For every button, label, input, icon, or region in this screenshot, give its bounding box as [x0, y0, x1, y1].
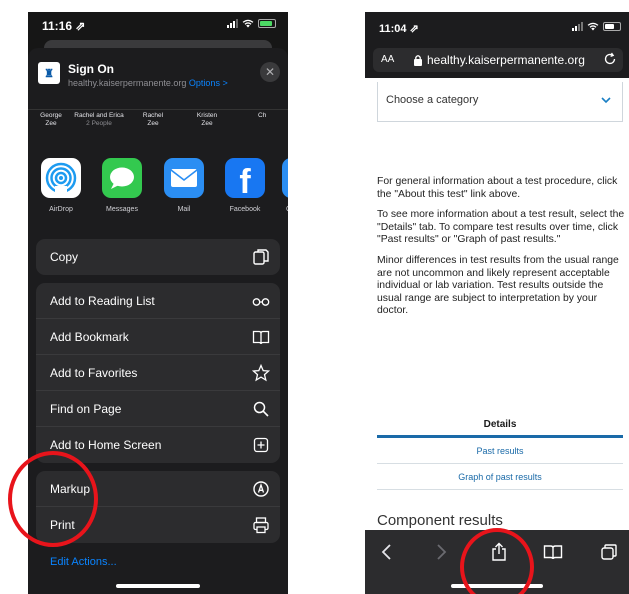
app-mail[interactable]: Mail — [161, 158, 207, 213]
person-contact[interactable]: Ch — [258, 112, 288, 120]
status-bar: 11:16 ⇗ — [28, 12, 288, 38]
partial-app-icon — [282, 158, 288, 198]
app-partial[interactable]: C — [282, 158, 288, 213]
status-time: 11:16 ⇗ — [42, 19, 86, 33]
component-results-heading: Component results — [377, 512, 503, 529]
glasses-icon — [252, 298, 270, 306]
book-icon — [252, 330, 270, 345]
app-airdrop[interactable]: AirDrop — [38, 158, 84, 213]
page-content: For general information about a test pro… — [377, 176, 625, 326]
messages-icon — [102, 158, 142, 198]
forward-icon[interactable] — [431, 542, 451, 562]
reload-icon[interactable] — [603, 52, 617, 66]
share-domain: healthy.kaiserpermanente.org — [68, 78, 187, 88]
airdrop-icon — [41, 158, 81, 198]
wifi-icon — [242, 19, 254, 28]
options-link[interactable]: Options > — [189, 78, 228, 88]
plus-square-icon — [253, 437, 269, 453]
share-header: ♜ Sign On healthy.kaiserpermanente.org O… — [28, 48, 288, 110]
tabs-icon[interactable] — [599, 542, 619, 562]
person-contact[interactable]: Kristen Zee — [180, 112, 234, 128]
people-row: George Zee Rachel and Erica 2 People Rache… — [28, 110, 288, 136]
status-time: 11:04 ⇗ — [379, 23, 419, 35]
app-facebook[interactable]: f Facebook — [222, 158, 268, 213]
search-icon — [253, 401, 269, 417]
find-on-page-action[interactable]: Find on Page — [36, 391, 280, 427]
person-contact[interactable]: George Zee — [28, 112, 78, 128]
wifi-icon — [587, 22, 599, 31]
battery-icon — [258, 19, 276, 28]
signal-icon — [572, 22, 583, 31]
share-title: Sign On — [68, 62, 114, 76]
category-select[interactable]: Choose a category — [377, 82, 623, 122]
tab-details[interactable]: Details — [377, 412, 623, 438]
star-icon — [252, 364, 270, 382]
add-reading-list-action[interactable]: Add to Reading List — [36, 283, 280, 319]
printer-icon — [253, 517, 269, 534]
info-paragraph: Minor differences in test results from t… — [377, 254, 619, 317]
tab-graph-past-results[interactable]: Graph of past results — [377, 464, 623, 490]
person-contact[interactable]: Rachel and Erica 2 People — [72, 112, 126, 128]
action-group-copy: Copy — [36, 239, 280, 275]
app-messages[interactable]: Messages — [99, 158, 145, 213]
facebook-icon: f — [225, 158, 265, 201]
add-bookmark-action[interactable]: Add Bookmark — [36, 319, 280, 355]
tab-past-results[interactable]: Past results — [377, 438, 623, 464]
safari-page-screen: 11:04 ⇗ AA healthy.kaiserpermanente.org … — [365, 12, 629, 594]
mail-icon — [164, 158, 204, 198]
app-row: AirDrop Messages Mail f Facebook — [28, 158, 288, 224]
kp-logo-icon: ♜ — [38, 62, 60, 84]
edit-actions-link[interactable]: Edit Actions... — [50, 556, 117, 568]
info-paragraph: For general information about a test pro… — [377, 176, 618, 200]
bookmarks-icon[interactable] — [543, 542, 563, 562]
info-paragraph: To see more information about a test res… — [377, 209, 625, 246]
url-text: healthy.kaiserpermanente.org — [427, 53, 585, 67]
reader-aa-button[interactable]: AA — [381, 54, 394, 65]
copy-icon — [253, 249, 269, 265]
results-tabs: Details Past results Graph of past resul… — [377, 412, 623, 490]
lock-icon — [414, 55, 422, 66]
annotation-circle-print — [8, 451, 98, 547]
chevron-down-icon — [601, 97, 611, 104]
action-group-main: Add to Reading List Add Bookmark Add to … — [36, 283, 280, 463]
battery-icon — [603, 22, 621, 31]
address-bar[interactable]: AA healthy.kaiserpermanente.org — [373, 48, 623, 72]
back-icon[interactable] — [377, 542, 397, 562]
signal-icon — [227, 19, 238, 28]
safari-top-bar: 11:04 ⇗ AA healthy.kaiserpermanente.org — [365, 12, 629, 78]
person-contact[interactable]: Rachel Zee — [126, 112, 180, 128]
close-icon[interactable]: ✕ — [260, 62, 280, 82]
markup-icon — [253, 481, 269, 497]
copy-action[interactable]: Copy — [36, 239, 280, 275]
home-indicator[interactable] — [116, 584, 200, 588]
add-favorites-action[interactable]: Add to Favorites — [36, 355, 280, 391]
